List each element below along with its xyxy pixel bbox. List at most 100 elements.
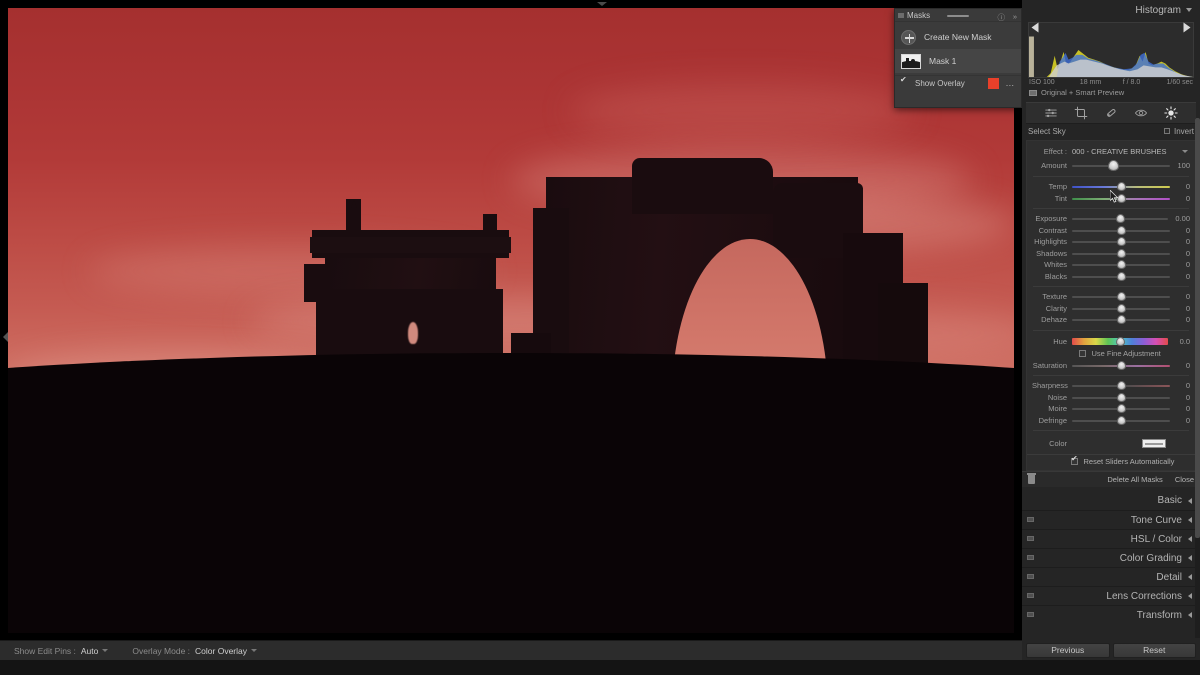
slider-knob[interactable]	[1116, 381, 1126, 391]
triangle-down-icon[interactable]	[1186, 8, 1192, 12]
slider-knob[interactable]	[1116, 225, 1126, 235]
reset-button[interactable]: Reset	[1112, 642, 1196, 658]
left-panel-toggle-arrow[interactable]	[3, 332, 8, 342]
delete-all-masks-button[interactable]: Delete All Masks	[1107, 475, 1162, 484]
triangle-left-icon[interactable]	[1188, 593, 1192, 599]
slider-row-amount[interactable]: Amount 100	[1027, 158, 1195, 172]
previous-button[interactable]: Previous	[1026, 642, 1110, 658]
chevron-down-icon[interactable]	[251, 649, 257, 652]
chevron-down-icon[interactable]	[102, 649, 109, 652]
show-overlay-row[interactable]: Show Overlay …	[895, 75, 1021, 90]
panel-section-basic[interactable]: Basic	[1022, 491, 1200, 510]
slider-row-exposure[interactable]: Exposure 0.00	[1027, 213, 1195, 225]
slider-knob[interactable]	[1107, 159, 1119, 171]
tool-strip[interactable]	[1026, 102, 1196, 124]
slider-track[interactable]	[1072, 336, 1168, 347]
slider-knob[interactable]	[1116, 315, 1126, 325]
slider-knob[interactable]	[1115, 214, 1125, 224]
triangle-left-icon[interactable]	[1188, 612, 1192, 618]
scrollbar-thumb[interactable]	[1195, 118, 1200, 538]
panel-switch-icon[interactable]	[1027, 593, 1034, 598]
slider-track[interactable]	[1072, 392, 1170, 403]
effect-value[interactable]: 000 - CREATIVE BRUSHES	[1072, 147, 1166, 156]
slider-track[interactable]	[1072, 303, 1170, 314]
slider-track[interactable]	[1072, 403, 1170, 414]
slider-knob[interactable]	[1116, 248, 1126, 258]
panel-switch-icon[interactable]	[898, 12, 904, 18]
info-icon[interactable]: ⓘ	[998, 12, 1006, 23]
slider-track[interactable]	[1072, 181, 1170, 192]
slider-track[interactable]	[1072, 271, 1170, 282]
slider-row-contrast[interactable]: Contrast 0	[1027, 225, 1195, 237]
panel-section-color-grading[interactable]: Color Grading	[1022, 548, 1200, 567]
masking-icon[interactable]	[1164, 106, 1178, 120]
panel-section-lens-corrections[interactable]: Lens Corrections	[1022, 586, 1200, 605]
previous-reset-buttons[interactable]: Previous Reset	[1022, 640, 1200, 660]
right-panel-scrollbar[interactable]	[1195, 118, 1200, 638]
slider-row-blacks[interactable]: Blacks 0	[1027, 271, 1195, 283]
slider-row-moire[interactable]: Moire 0	[1027, 403, 1195, 415]
slider-row-hue[interactable]: Hue 0.0	[1027, 335, 1195, 348]
slider-row-shadows[interactable]: Shadows 0	[1027, 248, 1195, 260]
slider-track[interactable]	[1072, 360, 1170, 371]
slider-track[interactable]	[1072, 380, 1170, 391]
slider-track[interactable]	[1072, 225, 1170, 236]
slider-track[interactable]	[1072, 159, 1170, 171]
effect-row[interactable]: Effect : 000 - CREATIVE BRUSHES	[1027, 145, 1195, 158]
slider-row-noise[interactable]: Noise 0	[1027, 392, 1195, 404]
show-edit-pins-value[interactable]: Auto	[81, 646, 99, 656]
slider-knob[interactable]	[1116, 415, 1126, 425]
develop-toolbar[interactable]: Show Edit Pins : Auto Overlay Mode : Col…	[0, 640, 1022, 660]
slider-row-clarity[interactable]: Clarity 0	[1027, 303, 1195, 315]
masks-panel-header[interactable]: Masks ⓘ »	[895, 9, 1021, 22]
slider-track[interactable]	[1072, 248, 1170, 259]
triangle-left-icon[interactable]	[1188, 517, 1192, 523]
shadow-clipping-indicator[interactable]	[1031, 22, 1039, 33]
panel-section-hsl-color[interactable]: HSL / Color	[1022, 529, 1200, 548]
histogram-header[interactable]: Histogram	[1022, 0, 1200, 20]
slider-row-sharpness[interactable]: Sharpness 0	[1027, 380, 1195, 392]
slider-track[interactable]	[1072, 259, 1170, 270]
triangle-down-icon[interactable]	[1182, 150, 1188, 153]
slider-track[interactable]	[1072, 236, 1170, 247]
image-canvas[interactable]	[0, 0, 1022, 640]
panel-switch-icon[interactable]	[1027, 517, 1034, 522]
red-eye-icon[interactable]	[1134, 106, 1148, 120]
slider-row-texture[interactable]: Texture 0	[1027, 291, 1195, 303]
slider-track[interactable]	[1072, 291, 1170, 302]
panel-switch-icon[interactable]	[1027, 536, 1034, 541]
edit-sliders-icon[interactable]	[1044, 106, 1058, 120]
chevron-double-right-icon[interactable]: »	[1013, 12, 1017, 21]
triangle-left-icon[interactable]	[1188, 574, 1192, 580]
invert-checkbox[interactable]	[1163, 128, 1170, 134]
slider-knob[interactable]	[1115, 336, 1125, 346]
slider-knob[interactable]	[1116, 404, 1126, 414]
highlight-clipping-indicator[interactable]	[1183, 22, 1191, 33]
slider-track[interactable]	[1072, 213, 1168, 224]
top-panel-toggle-arrow[interactable]	[597, 2, 607, 6]
mask-name-row[interactable]: Select Sky Invert	[1022, 124, 1200, 138]
color-row[interactable]: Color	[1027, 435, 1195, 451]
slider-row-dehaze[interactable]: Dehaze 0	[1027, 314, 1195, 326]
more-options-icon[interactable]: …	[1005, 78, 1015, 88]
slider-knob[interactable]	[1116, 360, 1126, 370]
panel-switch-icon[interactable]	[1027, 574, 1034, 579]
use-fine-adjustment-row[interactable]: Use Fine Adjustment	[1027, 348, 1195, 360]
slider-row-defringe[interactable]: Defringe 0	[1027, 415, 1195, 427]
histogram-graph[interactable]	[1028, 22, 1194, 78]
slider-row-whites[interactable]: Whites 0	[1027, 259, 1195, 271]
photo-preview[interactable]	[8, 8, 1014, 633]
show-overlay-checkbox[interactable]	[900, 75, 908, 87]
slider-row-highlights[interactable]: Highlights 0	[1027, 236, 1195, 248]
drag-grip[interactable]	[947, 15, 969, 17]
trash-icon[interactable]	[1027, 473, 1036, 484]
overlay-mode-value[interactable]: Color Overlay	[195, 646, 247, 656]
triangle-left-icon[interactable]	[1188, 555, 1192, 561]
slider-track[interactable]	[1072, 314, 1170, 325]
create-new-mask-button[interactable]: Create New Mask	[895, 25, 1021, 49]
slider-knob[interactable]	[1116, 271, 1126, 281]
slider-knob[interactable]	[1116, 392, 1126, 402]
masks-panel[interactable]: Masks ⓘ » Create New Mask Mask 1 Show Ov…	[894, 8, 1022, 108]
crop-overlay-icon[interactable]	[1074, 106, 1088, 120]
slider-row-saturation[interactable]: Saturation 0	[1027, 360, 1195, 372]
